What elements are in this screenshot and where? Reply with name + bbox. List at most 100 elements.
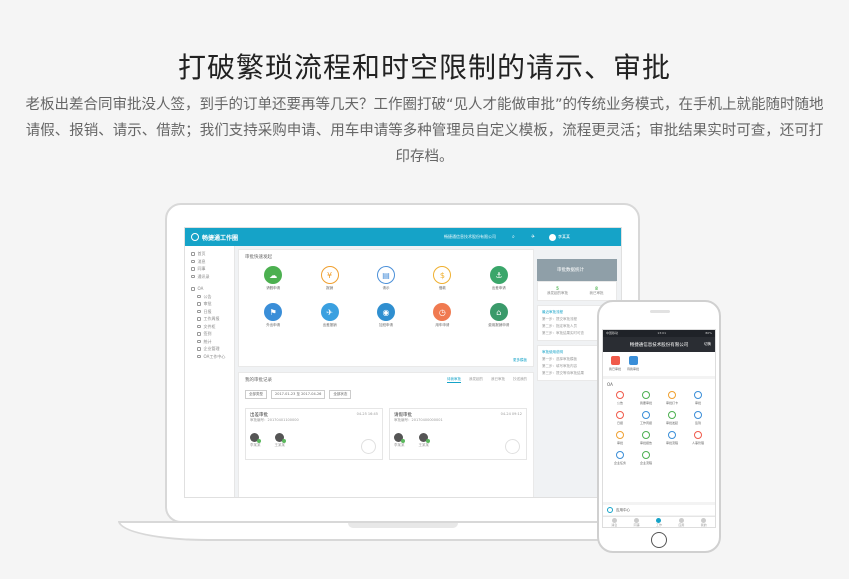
sidebar-item-stats[interactable]: 统计 xyxy=(185,338,234,346)
quick-label: 用车申请 xyxy=(435,323,450,327)
sidebar-item-label: 公告 xyxy=(203,293,212,299)
tab-pending[interactable]: 待我审批 xyxy=(447,377,461,383)
quick-trip-reimburse[interactable]: ✈ 出差报销 xyxy=(301,303,357,328)
sidebar-item-daily[interactable]: 日报 xyxy=(185,308,234,316)
quick-request[interactable]: ▤ 请示 xyxy=(358,266,414,291)
quick-business-trip[interactable]: ⚓ 出差申请 xyxy=(471,266,527,291)
sidebar-item-enterprise[interactable]: 企业管理 xyxy=(185,345,234,353)
app-logo[interactable]: 畅捷通工作圈 xyxy=(191,233,251,242)
oa-item[interactable]: 公告 xyxy=(607,391,633,405)
sidebar-item-label: 审批 xyxy=(203,301,212,306)
sidebar-item-label: OA工作中心 xyxy=(203,353,226,359)
tab-apps[interactable]: 应用 xyxy=(678,517,684,527)
date-range-filter[interactable]: 2017-01-23 至 2017-04-26 xyxy=(271,390,326,399)
sidebar-item-label: 企业管理 xyxy=(203,346,220,351)
oa-item[interactable]: 我要审批 xyxy=(633,391,659,405)
sidebar-item-weekly[interactable]: 工作周报 xyxy=(185,315,234,323)
sidebar-item-checkin[interactable]: 签到 xyxy=(185,330,234,338)
quick-overtime[interactable]: ◉ 加班申请 xyxy=(358,303,414,328)
announcement-icon xyxy=(616,391,624,399)
clock-icon: ◷ xyxy=(433,303,452,321)
sidebar-item-label: 日报 xyxy=(203,308,212,314)
sidebar-item-announcement[interactable]: 公告 xyxy=(185,293,234,301)
flow-icon xyxy=(668,431,676,439)
oa-item[interactable]: 企业任务 xyxy=(607,451,633,465)
app-center-row[interactable]: 应用中心 xyxy=(603,505,715,515)
oa-item-label: 审批流程 xyxy=(665,441,678,445)
sidebar-item-label: 首页 xyxy=(197,251,206,256)
quick-expense[interactable]: ⌂ 费用报销申请 xyxy=(471,303,527,328)
calendar-icon xyxy=(197,309,201,313)
oa-item[interactable]: 审批发起 xyxy=(659,411,685,425)
avatar xyxy=(250,433,261,443)
quick-label: 报销 xyxy=(326,286,334,290)
tab-work[interactable]: 工作 xyxy=(656,517,662,527)
more-templates-link[interactable]: 更多模板 xyxy=(513,358,527,363)
shortcut-pending[interactable]: 待我审批 xyxy=(627,356,639,372)
main-content: 审批快速发起 ☁ 请假申请 ¥ 报销 ▤ 请示 $ 借款 ⚓ 出差申请 ⚑ 外出申请 ✈ 出差… xyxy=(238,249,534,497)
avatar xyxy=(394,433,405,443)
sidebar-group-label: OA xyxy=(197,286,204,291)
oa-item-label: 工作周报 xyxy=(639,421,652,425)
oa-item[interactable]: 日报 xyxy=(607,411,633,425)
sidebar-item-home[interactable]: 首页 xyxy=(185,250,234,258)
oa-item[interactable]: 审批报告 xyxy=(633,431,659,445)
record-card[interactable]: 请假审批 审批编号：20170400000001 04-24 09:12 李某某… xyxy=(389,408,527,460)
quick-loan[interactable]: $ 借款 xyxy=(414,266,470,291)
oa-item[interactable]: 审批 xyxy=(685,391,711,405)
app-center-label: 应用中心 xyxy=(616,507,630,512)
quick-outing[interactable]: ⚑ 外出申请 xyxy=(245,303,301,328)
company-switcher[interactable]: 畅捷通信息技术股份有限公司 xyxy=(444,234,496,240)
sidebar-item-approval[interactable]: 审批 xyxy=(185,300,234,308)
oa-item[interactable]: 审批 xyxy=(607,431,633,445)
gear-icon xyxy=(197,354,201,358)
location-icon xyxy=(694,411,702,419)
home-button xyxy=(651,532,667,548)
stat-approved[interactable]: 8 我已审批 xyxy=(577,282,616,300)
switch-company-button[interactable]: 切换 xyxy=(704,342,711,347)
oa-item[interactable]: 人事管理 xyxy=(685,431,711,445)
oa-item[interactable]: 工作周报 xyxy=(633,411,659,425)
oa-item[interactable]: 审批流程 xyxy=(659,431,685,445)
stat-initiated[interactable]: 5 我发起的审批 xyxy=(538,282,577,300)
user-menu[interactable]: 李某某 xyxy=(549,233,570,241)
sidebar-group-oa[interactable]: OA xyxy=(185,285,234,293)
tab-colleagues[interactable]: 同事 xyxy=(634,517,640,527)
type-filter[interactable]: 全部类型 xyxy=(245,390,267,399)
flow-step-name: 王某某 xyxy=(418,443,430,447)
quick-label: 加班申请 xyxy=(378,323,393,327)
quick-reimburse[interactable]: ¥ 报销 xyxy=(301,266,357,291)
oa-item[interactable]: 审批打卡 xyxy=(659,391,685,405)
bank-icon: ⌂ xyxy=(489,303,508,321)
quick-leave[interactable]: ☁ 请假申请 xyxy=(245,266,301,291)
pending-icon xyxy=(628,356,638,365)
oa-item[interactable]: 签到 xyxy=(685,411,711,425)
sidebar-item-colleagues[interactable]: 同事 xyxy=(185,265,234,273)
search-icon[interactable]: ⌕ xyxy=(512,234,515,240)
record-meta: 审批编号：20170401100000 xyxy=(250,418,299,422)
stat-label: 我发起的审批 xyxy=(547,291,568,295)
sidebar-item-oa-center[interactable]: OA工作中心 xyxy=(185,353,234,361)
record-meta: 审批编号：20170400000001 xyxy=(394,418,443,422)
mobile-company-name: 畅捷通信息技术股份有限公司 xyxy=(629,342,689,348)
tab-messages[interactable]: 消息 xyxy=(611,517,617,527)
tab-approved[interactable]: 我已审批 xyxy=(491,377,505,383)
desktop-app-screen: 畅捷通工作圈 畅捷通信息技术股份有限公司 ⌕ ✈ 李某某 首页 消息 同事 通讯… xyxy=(184,227,622,498)
oa-label: OA xyxy=(607,382,613,387)
tab-me[interactable]: 我的 xyxy=(701,517,707,527)
anchor-icon: ⚓ xyxy=(489,266,508,284)
tab-cc[interactable]: 抄送我的 xyxy=(513,377,527,383)
quick-car[interactable]: ◷ 用车申请 xyxy=(414,303,470,328)
quick-label: 请示 xyxy=(382,286,390,290)
shortcut-approved[interactable]: 我已审批 xyxy=(609,356,621,372)
sidebar-item-contacts[interactable]: 通讯录 xyxy=(185,273,234,281)
tab-initiated[interactable]: 我发起的 xyxy=(469,377,483,383)
sidebar-item-messages[interactable]: 消息 xyxy=(185,258,234,266)
approval-icon xyxy=(197,302,201,306)
sidebar-item-files[interactable]: 文件柜 xyxy=(185,323,234,331)
record-card[interactable]: 出差审批 审批编号：20170401100000 04-25 16:45 李某某… xyxy=(245,408,383,460)
status-filter[interactable]: 全部状态 xyxy=(329,390,352,399)
send-icon[interactable]: ✈ xyxy=(531,234,535,240)
record-date: 04-25 16:45 xyxy=(356,412,378,416)
oa-item[interactable]: 企业流程 xyxy=(633,451,659,465)
